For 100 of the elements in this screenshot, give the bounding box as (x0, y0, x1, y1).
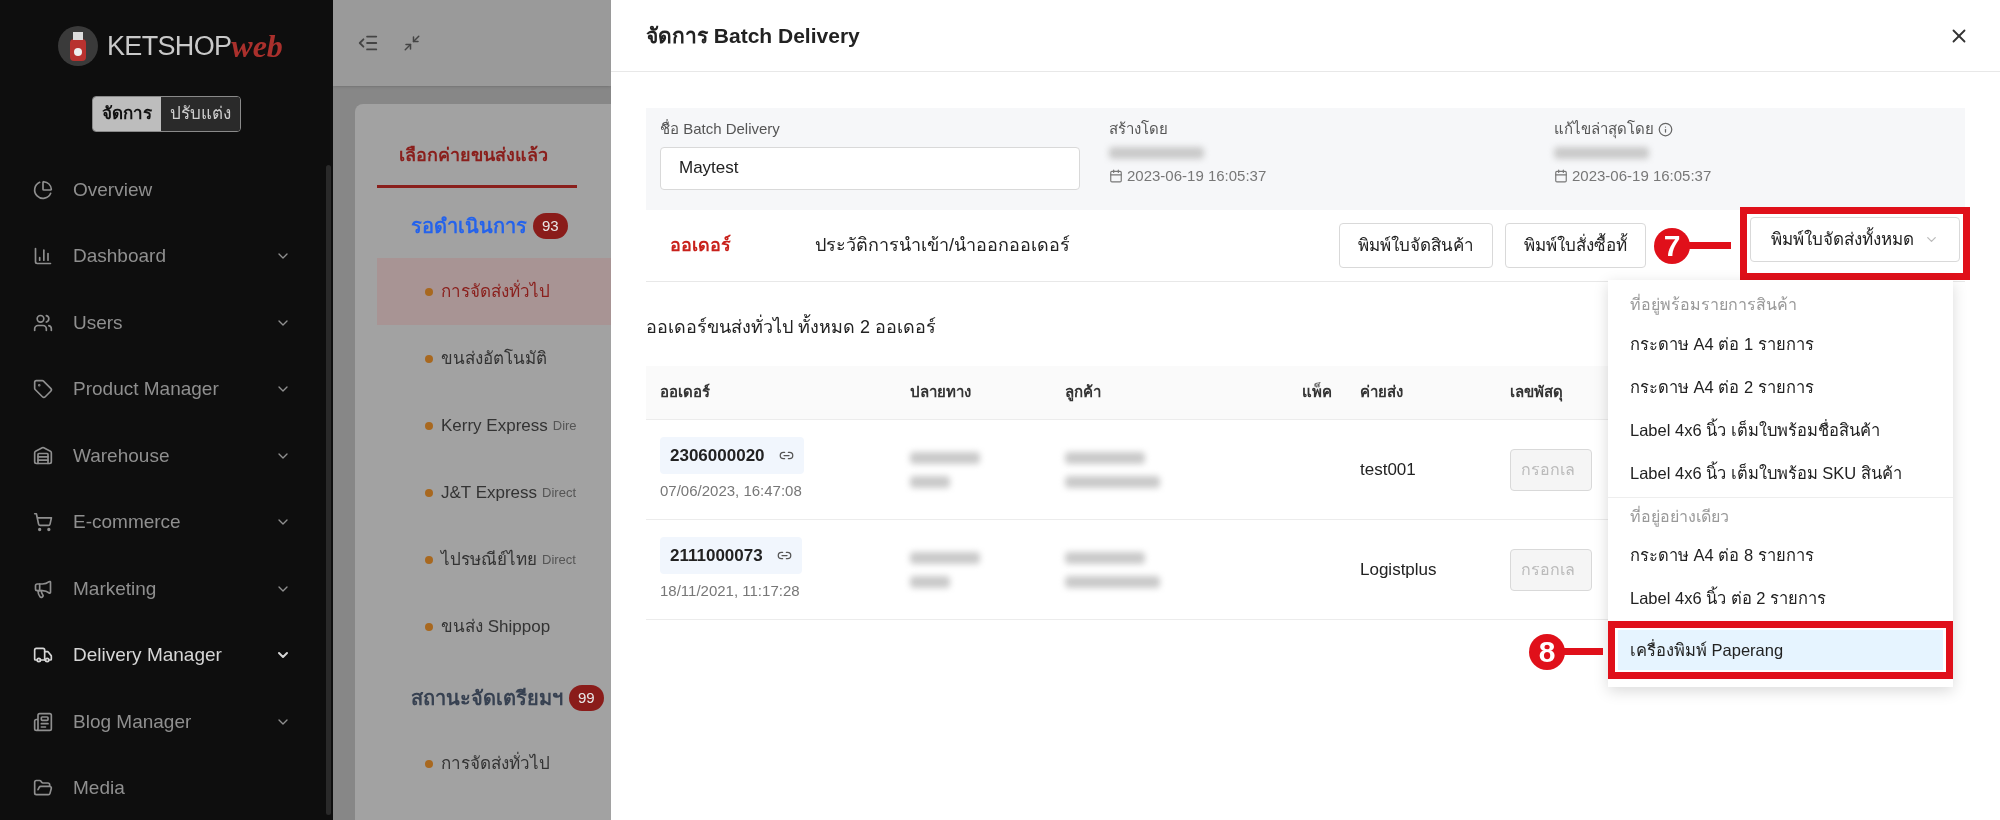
logo-accent: web (231, 27, 283, 66)
tab[interactable]: ออเดอร์ (670, 232, 731, 259)
nav-label: Blog Manager (73, 709, 193, 734)
submenu-item[interactable]: ขนส่ง Shippop (377, 593, 611, 660)
menu-group-header: ที่อยู่อย่างเดียว (1608, 497, 1953, 535)
megaphone-icon (33, 578, 53, 599)
column-header: ค่ายส่ง (1359, 382, 1404, 403)
column-header: แพ็ค (1301, 381, 1333, 403)
timestamp: 2023-06-19 16:05:37 (1572, 165, 1712, 186)
panel-tab[interactable]: เลือกค่ายขนส่งแล้ว (377, 142, 577, 188)
annotation-marker: 7 (1654, 228, 1690, 264)
menu-item[interactable]: เครื่องพิมพ์ Paperang (1618, 630, 1943, 670)
order-date: 18/11/2021, 11:17:28 (660, 581, 800, 601)
submenu-label: ไปรษณีย์ไทย (441, 548, 537, 571)
mode-tab[interactable]: ปรับแต่ง (161, 97, 240, 131)
nav-label: E-commerce (73, 510, 182, 534)
count-badge: 99 (569, 684, 604, 712)
nav-label: Users (73, 310, 124, 335)
timestamp: 2023-06-19 16:05:37 (1127, 165, 1267, 186)
menu-item[interactable]: Label 4x6 นิ้ว ต่อ 2 รายการ (1608, 578, 1953, 618)
blurred-text (910, 451, 980, 464)
submenu-note: Dire (552, 416, 577, 435)
field-label: สร้างโดย (1109, 119, 1169, 139)
nav-label: Delivery Manager (73, 643, 223, 667)
nav-item[interactable]: Overview (0, 156, 333, 223)
nav-item[interactable]: Media (0, 755, 333, 820)
bar-chart-icon (33, 246, 53, 267)
carrier-name: Logistplus (1359, 558, 1438, 581)
submenu-label: ขนส่ง Shippop (441, 615, 551, 638)
submenu-item[interactable]: ขนส่งอัตโนมัติ (377, 325, 611, 392)
menu-item[interactable]: Label 4x6 นิ้ว เต็มใบพร้อมชื่อสินค้า (1608, 410, 1953, 450)
menu-item[interactable]: กระดาษ A4 ต่อ 2 รายการ (1608, 367, 1953, 407)
submenu-item[interactable]: การจัดส่งทั่วไป (377, 258, 611, 325)
logo-icon (57, 25, 99, 67)
logo-text: KETSHOP (107, 29, 232, 63)
tag-icon (33, 379, 53, 400)
carrier-name: test001 (1359, 458, 1417, 481)
blurred-text (910, 575, 950, 588)
nav-item[interactable]: E-commerce (0, 489, 333, 556)
order-chip[interactable]: 2111000073 (660, 536, 802, 574)
submenu-item[interactable]: ไปรษณีย์ไทย Direct (377, 526, 611, 593)
column-header: ปลายทาง (909, 382, 972, 403)
menu-item[interactable]: กระดาษ A4 ต่อ 8 รายการ (1608, 535, 1953, 575)
submenu-item[interactable]: การจัดส่งทั่วไป (377, 730, 611, 797)
tracking-input[interactable]: กรอกเล (1510, 548, 1592, 591)
cart-icon (33, 512, 53, 533)
submenu-item[interactable]: Kerry Express Dire (377, 392, 611, 459)
blurred-text (910, 551, 980, 564)
submenu-label: การจัดส่งทั่วไป (441, 750, 550, 775)
order-date: 07/06/2023, 16:47:08 (660, 481, 802, 501)
print-button[interactable]: พิมพ์ใบจัดสินค้า (1339, 223, 1493, 268)
column-header: ลูกค้า (1064, 382, 1102, 404)
print-all-button[interactable]: พิมพ์ใบจัดส่งทั้งหมด (1750, 217, 1960, 262)
submenu-label: การจัดส่งทั่วไป (441, 278, 550, 303)
tab[interactable]: ประวัติการนำเข้า/นำออกออเดอร์ (815, 232, 1070, 259)
print-button[interactable]: พิมพ์ใบสั่งซื้อทั้ (1505, 223, 1646, 268)
submenu-note: Direct (542, 483, 576, 502)
warehouse-icon (33, 445, 53, 466)
tracking-input[interactable]: กรอกเล (1510, 448, 1592, 491)
group-title: รอดำเนินการ (411, 214, 527, 239)
mode-tab[interactable]: จัดการ (93, 97, 161, 131)
nav-label: Overview (73, 177, 154, 202)
blurred-text (910, 475, 950, 488)
nav-label: Warehouse (73, 443, 171, 468)
nav-item[interactable]: Users (0, 289, 333, 356)
count-badge: 93 (533, 212, 568, 240)
nav-item[interactable]: Dashboard (0, 223, 333, 290)
column-header: ออเดอร์ (659, 382, 711, 403)
menu-group-header: ที่อยู่พร้อมรายการสินค้า (1629, 293, 1798, 317)
name-input[interactable]: Maytest (660, 146, 1080, 190)
nav-item[interactable]: Warehouse (0, 422, 333, 489)
submenu-note: Direct (542, 550, 576, 569)
calendar-icon (1109, 168, 1123, 183)
nav-label: Media (73, 776, 126, 800)
menu-item[interactable]: Label 4x6 นิ้ว เต็มใบพร้อม SKU สินค้า (1608, 453, 1953, 493)
nav-item[interactable]: Delivery Manager (0, 622, 333, 689)
submenu-item[interactable]: J&T Express Direct (377, 459, 611, 526)
nav-item[interactable]: Product Manager (0, 356, 333, 423)
order-chip[interactable]: 2306000020 (660, 436, 804, 474)
list-icon (33, 711, 53, 732)
nav-item[interactable]: Blog Manager (0, 688, 333, 755)
submenu-label: J&T Express (441, 481, 538, 504)
drawer-title: จัดการ Batch Delivery (646, 22, 860, 49)
calendar-icon (1554, 168, 1568, 183)
order-number: 2306000020 (670, 444, 765, 467)
submenu-label: Kerry Express (441, 414, 548, 437)
nav-label: Product Manager (73, 377, 220, 401)
field-label: ชื่อ Batch Delivery (660, 118, 781, 139)
field-label: แก้ไขล่าสุดโดย (1554, 119, 1654, 141)
info-icon (1658, 121, 1673, 137)
fullscreen-icon[interactable] (403, 34, 421, 52)
users-icon (33, 312, 53, 333)
annotation-marker: 8 (1529, 634, 1565, 670)
nav-item[interactable]: Marketing (0, 555, 333, 622)
group-title: สถานะจัดเตรียมฯ (411, 686, 563, 711)
order-number: 2111000073 (670, 544, 763, 567)
nav-label: Marketing (73, 576, 158, 601)
pie-chart-icon (33, 179, 53, 200)
submenu-label: ขนส่งอัตโนมัติ (441, 347, 547, 370)
nav-label: Dashboard (73, 244, 167, 268)
